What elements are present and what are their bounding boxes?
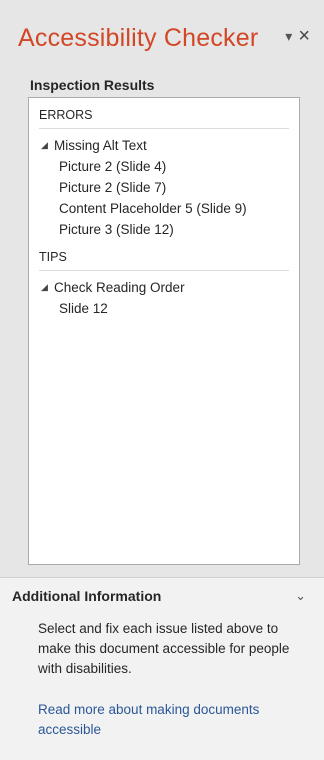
inspection-results-heading: Inspection Results: [30, 77, 155, 93]
group-errors: ERRORS ◢ Missing Alt Text Picture 2 (Sli…: [29, 104, 299, 240]
collapse-triangle-icon[interactable]: ◢: [41, 277, 54, 298]
collapse-triangle-icon[interactable]: ◢: [41, 135, 54, 156]
group-tips: TIPS ◢ Check Reading Order Slide 12: [29, 246, 299, 319]
group-label-tips: TIPS: [39, 250, 67, 264]
inspection-results-list[interactable]: ERRORS ◢ Missing Alt Text Picture 2 (Sli…: [28, 97, 300, 565]
list-item[interactable]: Picture 2 (Slide 7): [29, 177, 299, 198]
list-item[interactable]: Content Placeholder 5 (Slide 9): [29, 198, 299, 219]
group-label-errors: ERRORS: [39, 108, 93, 122]
pane-options-chevron-icon[interactable]: ▾: [285, 29, 292, 43]
pane-title: Accessibility Checker: [18, 24, 259, 52]
issue-missing-alt-text[interactable]: ◢ Missing Alt Text: [29, 135, 299, 156]
additional-information-text: Select and fix each issue listed above t…: [38, 621, 290, 676]
issue-title: Check Reading Order: [54, 280, 185, 295]
issue-check-reading-order[interactable]: ◢ Check Reading Order: [29, 277, 299, 298]
read-more-link[interactable]: Read more about making documents accessi…: [38, 700, 298, 740]
list-item[interactable]: Slide 12: [29, 298, 299, 319]
additional-information-panel: Additional Information ⌄ Select and fix …: [0, 578, 324, 760]
divider: [39, 128, 289, 129]
list-item[interactable]: Picture 2 (Slide 4): [29, 156, 299, 177]
pane-title-buttons: ▾ ×: [285, 26, 310, 46]
additional-information-heading: Additional Information: [12, 588, 162, 604]
accessibility-checker-pane: Accessibility Checker ▾ × Inspection Res…: [0, 0, 324, 760]
issue-title: Missing Alt Text: [54, 138, 147, 153]
chevron-down-icon[interactable]: ⌄: [295, 588, 306, 604]
list-item[interactable]: Picture 3 (Slide 12): [29, 219, 299, 240]
close-icon[interactable]: ×: [298, 26, 310, 46]
divider: [39, 270, 289, 271]
